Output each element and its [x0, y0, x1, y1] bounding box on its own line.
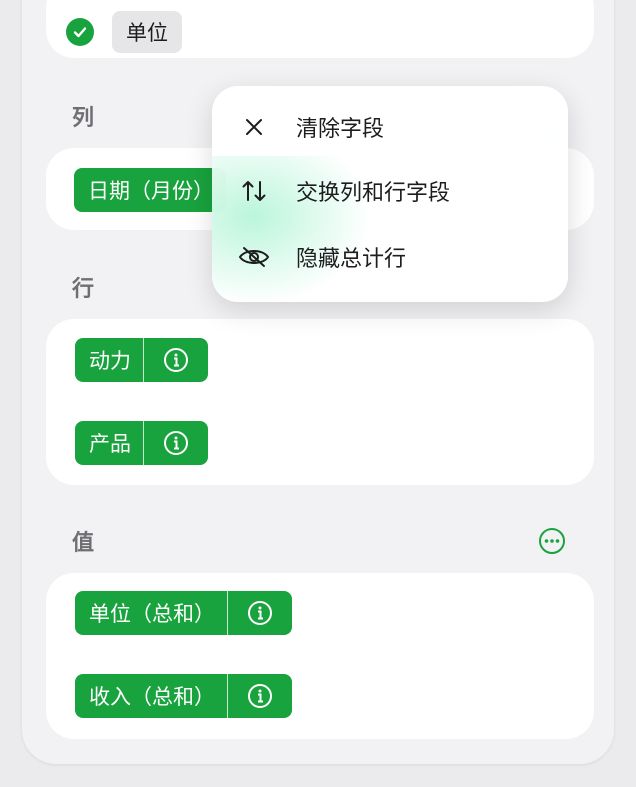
columns-section-label: 列: [72, 106, 95, 131]
field-label: 动力: [89, 349, 131, 373]
row-field-product[interactable]: 产品: [75, 421, 208, 465]
values-section-label: 值: [72, 531, 95, 556]
swap-arrows-icon: [212, 179, 296, 203]
column-field-date-month[interactable]: 日期（月份）: [74, 168, 226, 212]
eye-slash-icon: [212, 246, 296, 268]
menu-item-label: 隐藏总计行: [296, 247, 407, 272]
close-icon: [212, 116, 296, 138]
field-context-menu: 清除字段 交换列和行字段 隐藏总计行: [212, 86, 568, 302]
field-label: 产品: [89, 432, 131, 456]
rows-card: 动力 产品: [46, 319, 594, 485]
info-icon[interactable]: [144, 421, 208, 465]
value-field-units-sum[interactable]: 单位（总和）: [75, 591, 292, 635]
checkmark-icon[interactable]: [66, 18, 94, 46]
rows-section-label: 行: [72, 277, 95, 302]
info-icon[interactable]: [228, 591, 292, 635]
filter-card: 单位: [46, 0, 594, 58]
field-label: 日期（月份）: [88, 179, 214, 203]
menu-item-hide-grand-total-row[interactable]: 隐藏总计行: [212, 226, 568, 288]
menu-item-label: 交换列和行字段: [296, 181, 451, 206]
menu-item-swap-column-row[interactable]: 交换列和行字段: [212, 160, 568, 222]
info-icon[interactable]: [144, 338, 208, 382]
row-field-power[interactable]: 动力: [75, 338, 208, 382]
value-field-revenue-sum[interactable]: 收入（总和）: [75, 674, 292, 718]
field-label: 单位（总和）: [89, 602, 215, 626]
values-card: 单位（总和） 收入（总和）: [46, 573, 594, 739]
info-icon[interactable]: [228, 674, 292, 718]
menu-item-clear-field[interactable]: 清除字段: [212, 96, 568, 158]
menu-item-label: 清除字段: [296, 117, 385, 142]
more-options-icon[interactable]: [538, 527, 566, 555]
field-label: 收入（总和）: [89, 685, 215, 709]
filter-field-chip[interactable]: 单位: [112, 11, 182, 53]
